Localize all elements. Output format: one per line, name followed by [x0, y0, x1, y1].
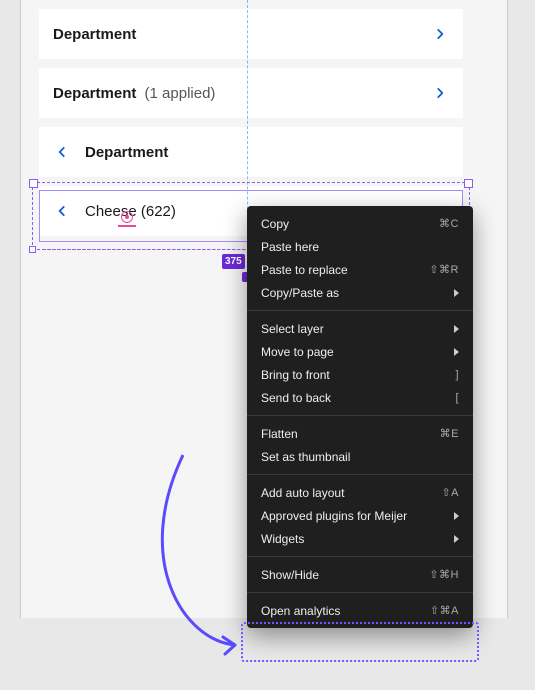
menu-separator	[247, 474, 473, 475]
menu-paste-replace[interactable]: Paste to replace ⇧⌘R	[247, 258, 473, 281]
menu-separator	[247, 592, 473, 593]
menu-show-hide[interactable]: Show/Hide ⇧⌘H	[247, 563, 473, 586]
dimension-badge: 375	[222, 254, 245, 269]
chevron-right-icon	[431, 25, 449, 43]
callout-highlight	[241, 622, 479, 662]
menu-approved-plugins[interactable]: Approved plugins for Meijer	[247, 504, 473, 527]
menu-bring-to-front[interactable]: Bring to front ]	[247, 363, 473, 386]
context-menu: Copy ⌘C Paste here Paste to replace ⇧⌘R …	[247, 206, 473, 628]
department-row-back[interactable]: Department	[39, 127, 463, 177]
menu-add-auto-layout[interactable]: Add auto layout ⇧A	[247, 481, 473, 504]
menu-set-thumbnail[interactable]: Set as thumbnail	[247, 445, 473, 468]
department-row-applied[interactable]: Department (1 applied)	[39, 68, 463, 118]
department-row-collapsed[interactable]: Department	[39, 9, 463, 59]
submenu-arrow-icon	[454, 512, 459, 520]
department-label: Department (1 applied)	[53, 85, 431, 102]
applied-count: (1 applied)	[145, 85, 216, 102]
submenu-arrow-icon	[454, 289, 459, 297]
submenu-arrow-icon	[454, 535, 459, 543]
menu-flatten[interactable]: Flatten ⌘E	[247, 422, 473, 445]
menu-separator	[247, 415, 473, 416]
menu-move-to-page[interactable]: Move to page	[247, 340, 473, 363]
department-label: Department	[85, 144, 449, 161]
menu-copy-paste-as[interactable]: Copy/Paste as	[247, 281, 473, 304]
department-label: Department	[53, 26, 431, 43]
component-indicator-icon	[121, 211, 133, 223]
menu-send-to-back[interactable]: Send to back [	[247, 386, 473, 409]
chevron-left-icon	[53, 143, 71, 161]
menu-paste-here[interactable]: Paste here	[247, 235, 473, 258]
menu-separator	[247, 310, 473, 311]
chevron-right-icon	[431, 84, 449, 102]
menu-widgets[interactable]: Widgets	[247, 527, 473, 550]
menu-separator	[247, 556, 473, 557]
submenu-arrow-icon	[454, 325, 459, 333]
menu-copy[interactable]: Copy ⌘C	[247, 212, 473, 235]
submenu-arrow-icon	[454, 348, 459, 356]
component-underline	[118, 225, 136, 227]
menu-select-layer[interactable]: Select layer	[247, 317, 473, 340]
chevron-left-icon	[53, 202, 71, 220]
menu-open-analytics[interactable]: Open analytics ⇧⌘A	[247, 599, 473, 622]
